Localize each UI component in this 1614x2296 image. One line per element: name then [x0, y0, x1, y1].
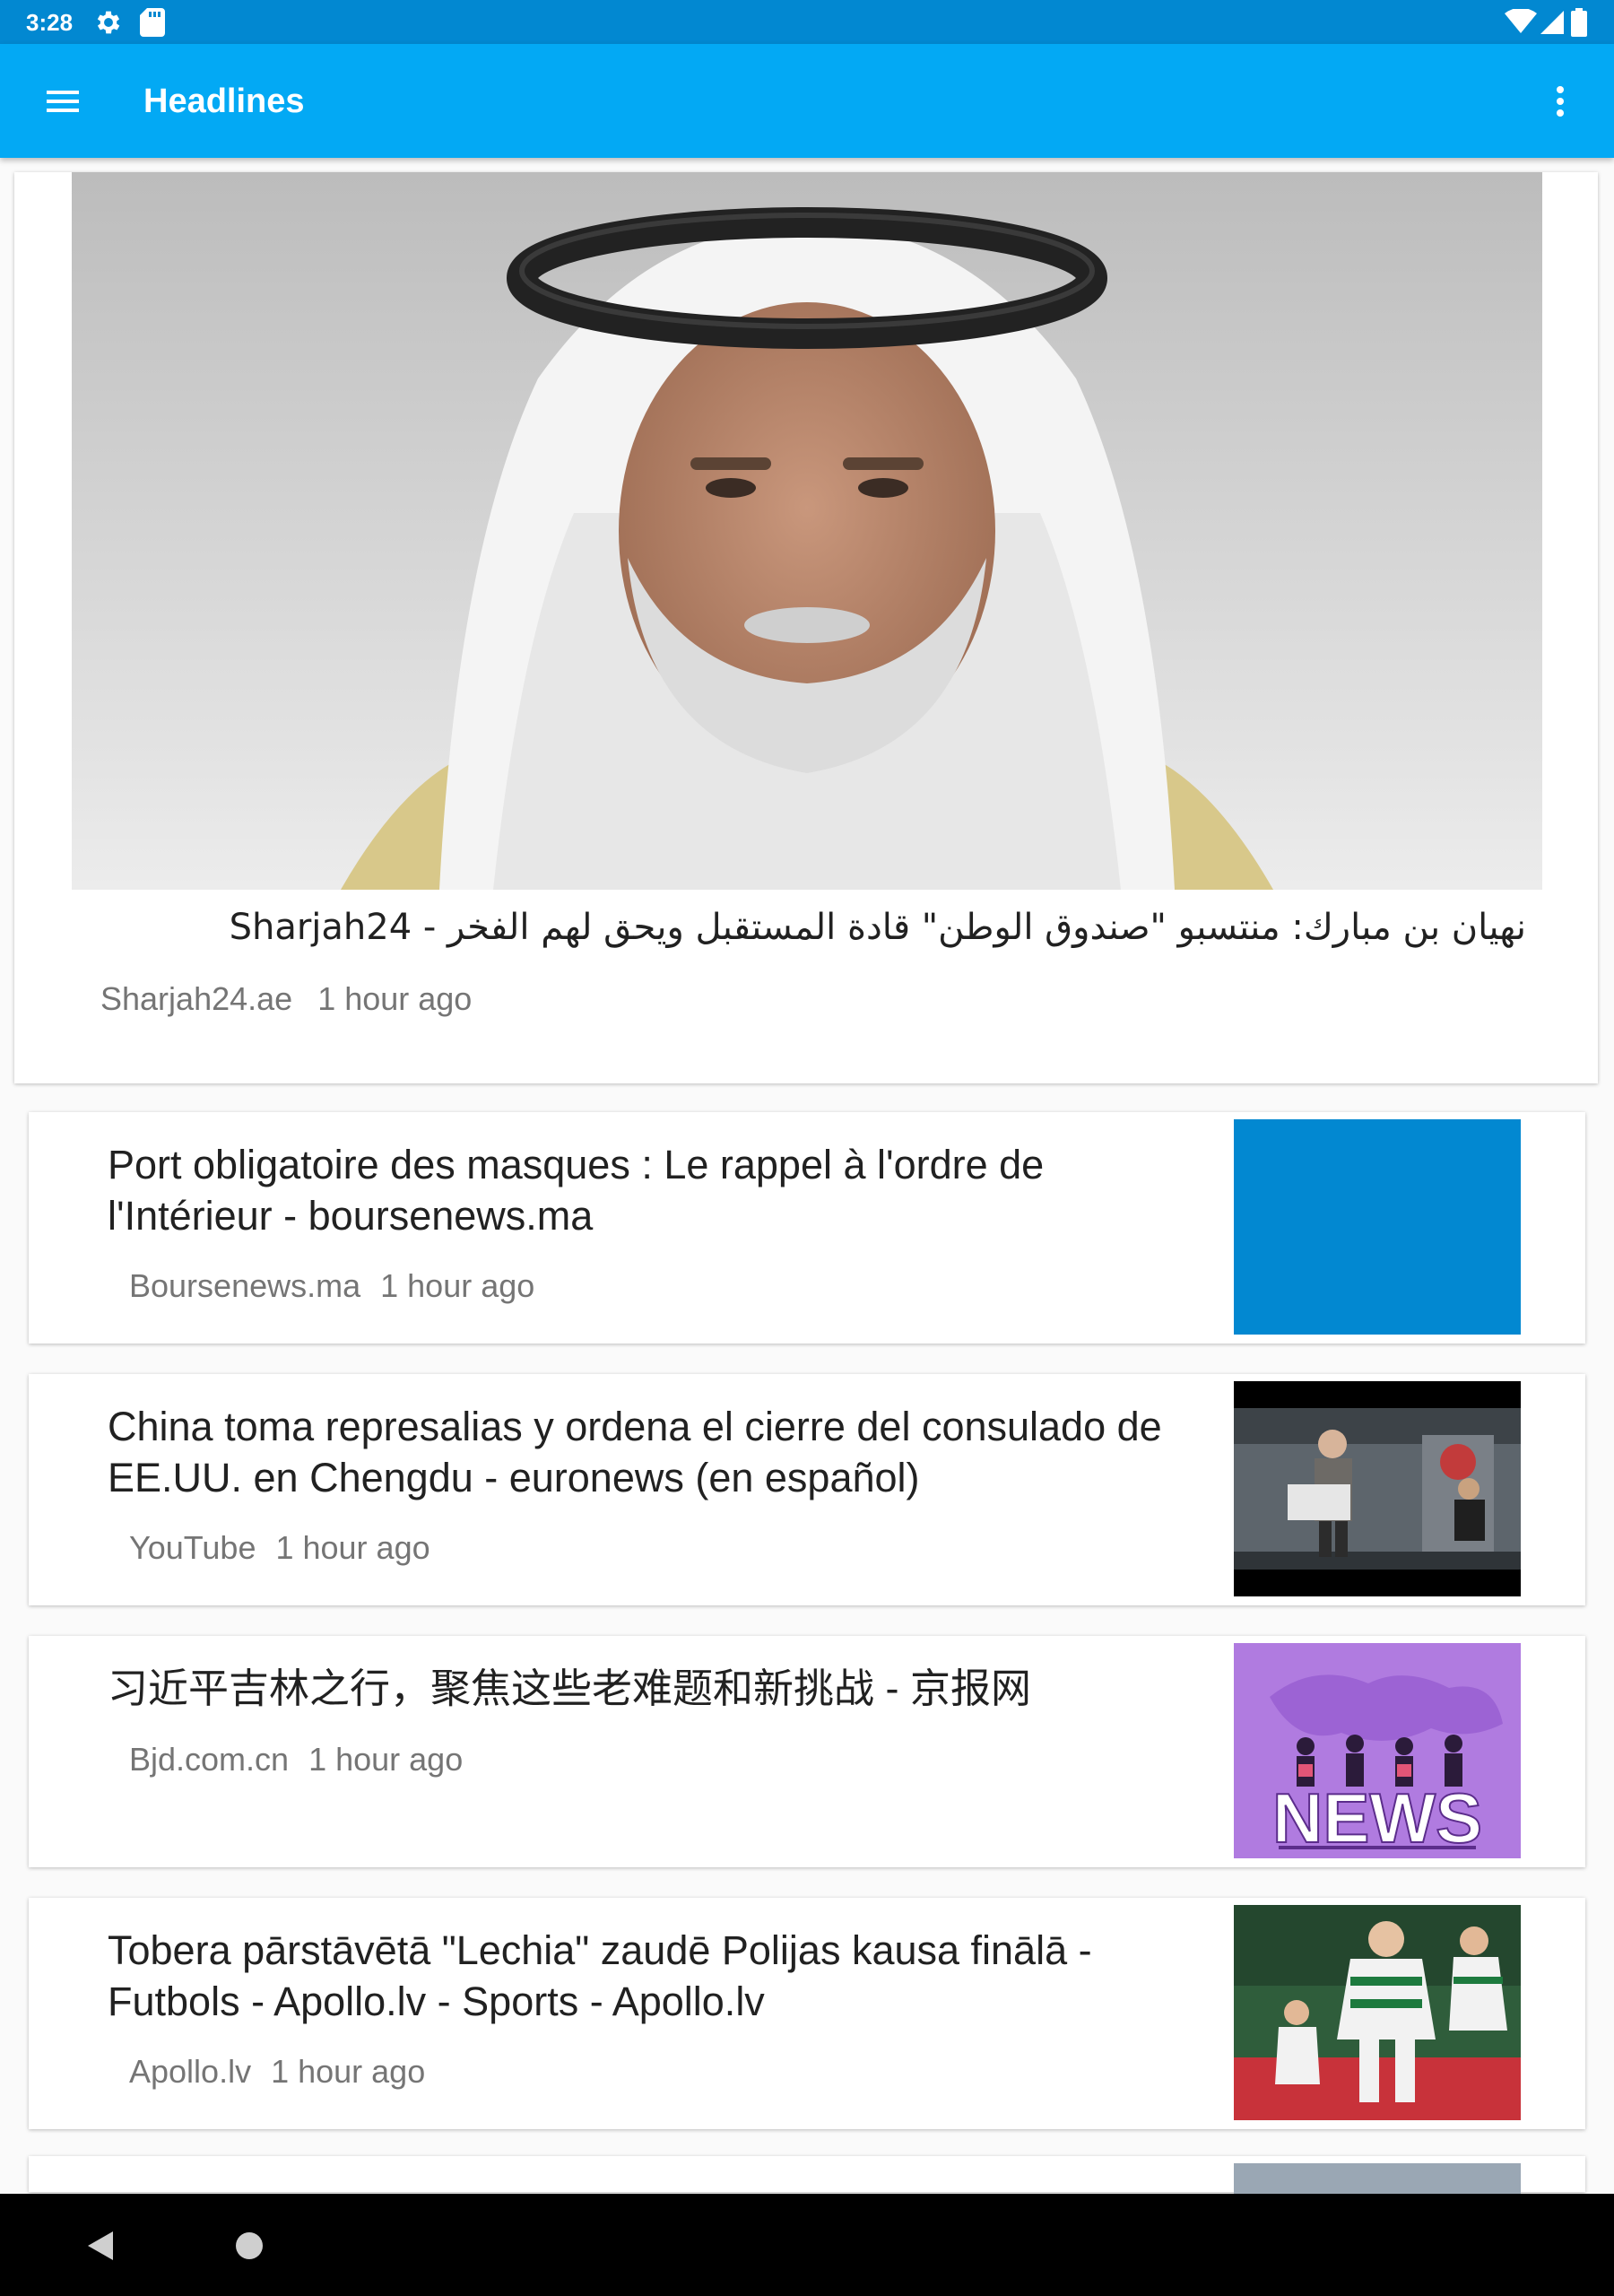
article-title: 习近平吉林之行，聚焦这些老难题和新挑战 - 京报网 — [108, 1665, 1031, 1711]
article-title: Tobera pārstāvētā "Lechia" zaudē Polijas… — [108, 1927, 1092, 2024]
signal-icon — [1540, 11, 1564, 34]
list-item[interactable] — [29, 2156, 1585, 2199]
home-icon[interactable] — [230, 2226, 269, 2266]
back-icon[interactable] — [82, 2226, 118, 2266]
article-thumbnail — [1234, 1119, 1521, 1335]
overflow-menu-button[interactable] — [1532, 73, 1589, 130]
list-item[interactable]: China toma represalias y ordena el cierr… — [29, 1374, 1585, 1605]
article-time: 1 hour ago — [275, 1529, 430, 1566]
settings-gear-icon — [97, 11, 120, 34]
article-time: 1 hour ago — [317, 980, 473, 1017]
article-time: 1 hour ago — [271, 2053, 426, 2090]
featured-article-meta: Sharjah24.ae 1 hour ago — [100, 979, 472, 1019]
article-thumbnail — [1234, 1905, 1521, 2120]
status-time: 3:28 — [26, 9, 74, 36]
hamburger-menu-icon — [47, 91, 79, 112]
article-source: Apollo.lv — [129, 2053, 252, 2090]
article-meta: Bjd.com.cn 1 hour ago — [129, 1740, 463, 1779]
news-thumbnail-text: NEWS — [1272, 1779, 1482, 1857]
article-title: China toma represalias y ordena el cierr… — [108, 1404, 1162, 1500]
article-thumbnail: NEWS — [1234, 1643, 1521, 1858]
article-time: 1 hour ago — [380, 1267, 535, 1304]
article-thumbnail — [1234, 1381, 1521, 1596]
battery-icon — [1571, 8, 1587, 37]
article-source: Sharjah24.ae — [100, 980, 293, 1017]
article-source: Boursenews.ma — [129, 1267, 361, 1304]
more-vert-icon — [1557, 86, 1564, 117]
featured-article-image — [72, 172, 1542, 890]
page-title: Headlines — [143, 83, 305, 120]
list-item[interactable]: Tobera pārstāvētā "Lechia" zaudē Polijas… — [29, 1898, 1585, 2129]
article-meta: Boursenews.ma 1 hour ago — [129, 1266, 534, 1306]
article-time: 1 hour ago — [308, 1741, 464, 1778]
article-title: Port obligatoire des masques : Le rappel… — [108, 1142, 1045, 1239]
article-source: Bjd.com.cn — [129, 1741, 290, 1778]
system-navigation-bar — [0, 2194, 1614, 2296]
sd-card-icon — [140, 8, 165, 37]
app-bar: Headlines — [0, 44, 1614, 158]
wifi-icon — [1505, 9, 1537, 33]
article-source: YouTube — [129, 1529, 256, 1566]
article-meta: Apollo.lv 1 hour ago — [129, 2052, 425, 2092]
featured-article-card[interactable]: نهيان بن مبارك: منتسبو "صندوق الوطن" قاد… — [14, 172, 1598, 1083]
article-meta: YouTube 1 hour ago — [129, 1528, 430, 1568]
menu-button[interactable] — [32, 73, 97, 130]
list-item[interactable]: Port obligatoire des masques : Le rappel… — [29, 1112, 1585, 1344]
list-item[interactable]: 习近平吉林之行，聚焦这些老难题和新挑战 - 京报网 Bjd.com.cn 1 ho… — [29, 1636, 1585, 1867]
status-bar: 3:28 — [0, 0, 1614, 44]
featured-article-title: نهيان بن مبارك: منتسبو "صندوق الوطن" قاد… — [229, 907, 1526, 948]
